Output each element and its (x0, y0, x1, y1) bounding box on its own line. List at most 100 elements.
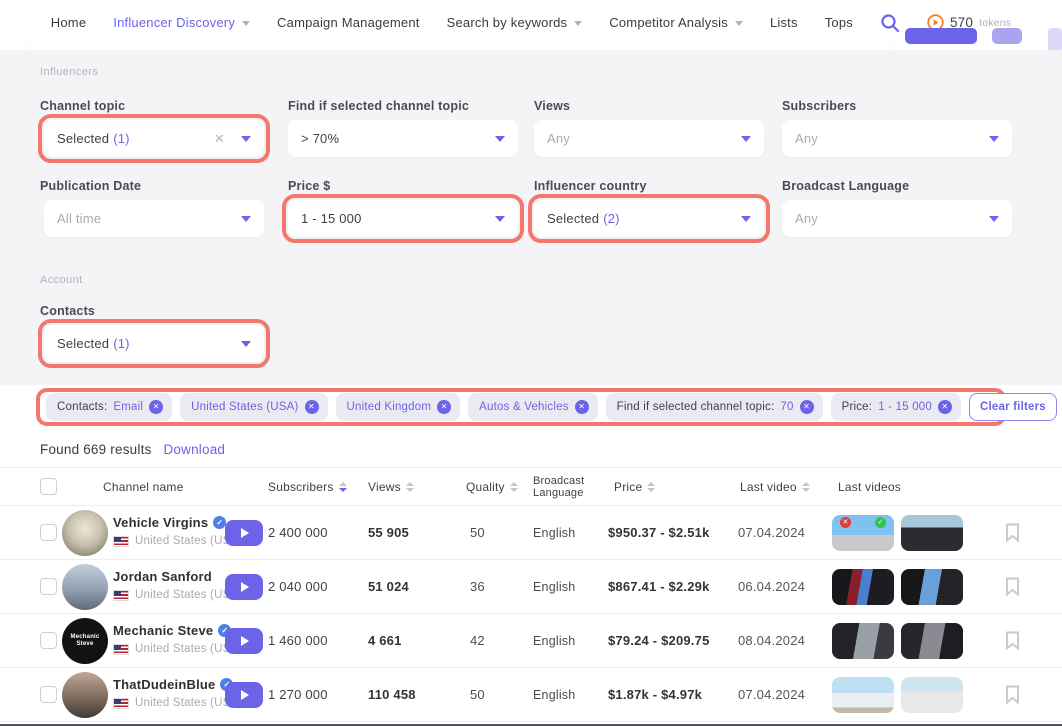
table-row[interactable]: ThatDudeinBlue ✓ United States (USA) 1 2… (0, 668, 1062, 722)
youtube-play-button[interactable] (225, 628, 263, 654)
usa-flag-icon (113, 590, 129, 601)
subscribers-value: 1 270 000 (268, 668, 328, 722)
views-value: 55 905 (368, 506, 409, 560)
publication-date-label: Publication Date (40, 179, 141, 193)
nav-competitor-analysis[interactable]: Competitor Analysis (609, 15, 743, 30)
price-dropdown[interactable]: 1 - 15 000 (288, 200, 518, 237)
search-button-remnant[interactable] (905, 28, 977, 44)
chevron-down-icon (989, 216, 999, 222)
results-count: Found 669 results (40, 442, 151, 457)
channel-topic-dropdown[interactable]: Selected (1) ✕ (44, 120, 264, 157)
sort-icon (802, 482, 810, 492)
youtube-play-button[interactable] (225, 574, 263, 600)
publication-date-dropdown[interactable]: All time (44, 200, 264, 237)
bookmark-icon[interactable] (1005, 685, 1020, 709)
chevron-down-icon (241, 341, 251, 347)
nav-tops[interactable]: Tops (825, 15, 853, 30)
chevron-down-icon (574, 21, 582, 26)
video-thumbnail[interactable] (832, 677, 894, 713)
col-last-video[interactable]: Last video (740, 468, 810, 506)
views-dropdown[interactable]: Any (534, 120, 764, 157)
channel-country: United States (USA) (113, 697, 242, 709)
download-link[interactable]: Download (163, 442, 225, 457)
nav-lists[interactable]: Lists (770, 15, 798, 30)
nav-home[interactable]: Home (51, 15, 86, 30)
views-value: 110 458 (368, 668, 416, 722)
clear-filters-button[interactable]: Clear filters (969, 393, 1057, 421)
sort-icon (510, 482, 518, 492)
youtube-play-button[interactable] (225, 682, 263, 708)
col-subscribers[interactable]: Subscribers (268, 468, 347, 506)
row-checkbox[interactable] (40, 632, 57, 649)
section-account: Account (40, 274, 83, 286)
channel-avatar[interactable] (62, 510, 108, 556)
chevron-down-icon (735, 21, 743, 26)
clear-selection-icon[interactable]: ✕ (214, 131, 225, 147)
filters-panel: Influencers Channel topic Find if select… (0, 50, 1062, 385)
remove-chip-icon[interactable]: ✕ (575, 400, 589, 414)
remove-chip-icon[interactable]: ✕ (149, 400, 163, 414)
bookmark-icon[interactable] (1005, 523, 1020, 547)
scrollbar-remnant[interactable] (1048, 28, 1062, 52)
video-thumbnail[interactable] (832, 569, 894, 605)
toolbar-button-remnant[interactable] (992, 28, 1022, 44)
remove-chip-icon[interactable]: ✕ (938, 400, 952, 414)
nav-campaign-management[interactable]: Campaign Management (277, 15, 420, 30)
nav-search-by-keywords[interactable]: Search by keywords (447, 15, 583, 30)
find-topic-dropdown[interactable]: > 70% (288, 120, 518, 157)
col-views[interactable]: Views (368, 468, 414, 506)
usa-flag-icon (113, 644, 129, 655)
sort-icon (406, 482, 414, 492)
video-thumbnail[interactable] (901, 677, 963, 713)
subscribers-dropdown[interactable]: Any (782, 120, 1012, 157)
table-row[interactable]: Mechanic Steve Mechanic Steve ✓ United S… (0, 614, 1062, 668)
remove-chip-icon[interactable]: ✕ (437, 400, 451, 414)
remove-chip-icon[interactable]: ✕ (305, 400, 319, 414)
channel-avatar[interactable] (62, 672, 108, 718)
chip-united-kingdom: United Kingdom ✕ (336, 393, 461, 421)
bookmark-icon[interactable] (1005, 577, 1020, 601)
channel-avatar[interactable]: Mechanic Steve (62, 618, 108, 664)
active-filters-bar: Contacts: Email ✕ United States (USA) ✕ … (0, 385, 1062, 432)
col-price[interactable]: Price (614, 468, 655, 506)
contacts-label: Contacts (40, 304, 95, 318)
nav-influencer-discovery[interactable]: Influencer Discovery (113, 15, 250, 30)
select-all-checkbox[interactable] (40, 478, 57, 495)
video-thumbnail[interactable] (901, 569, 963, 605)
chevron-down-icon (241, 136, 251, 142)
channel-name[interactable]: Jordan Sanford (113, 569, 242, 584)
video-thumbnail[interactable] (901, 623, 963, 659)
chevron-down-icon (495, 136, 505, 142)
channel-name[interactable]: Mechanic Steve ✓ (113, 623, 242, 638)
subscribers-value: 1 460 000 (268, 614, 328, 668)
language-value: English (533, 506, 575, 560)
channel-name[interactable]: Vehicle Virgins ✓ (113, 515, 242, 530)
contacts-dropdown[interactable]: Selected (1) (44, 325, 264, 362)
col-last-videos: Last videos (838, 468, 901, 506)
results-line: Found 669 results Download (0, 432, 1062, 468)
table-row[interactable]: Vehicle Virgins ✓ United States (USA) 2 … (0, 506, 1062, 560)
channel-name[interactable]: ThatDudeinBlue ✓ (113, 677, 242, 692)
video-thumbnail[interactable] (832, 623, 894, 659)
row-checkbox[interactable] (40, 524, 57, 541)
col-quality[interactable]: Quality (466, 468, 518, 506)
youtube-play-button[interactable] (225, 520, 263, 546)
remove-chip-icon[interactable]: ✕ (800, 400, 814, 414)
table-row[interactable]: Jordan Sanford United States (USA) 2 040… (0, 560, 1062, 614)
broadcast-language-dropdown[interactable]: Any (782, 200, 1012, 237)
bookmark-icon[interactable] (1005, 631, 1020, 655)
channel-country: United States (USA) (113, 589, 242, 601)
video-thumbnail[interactable]: ✕ ✓ (832, 515, 894, 551)
search-icon[interactable] (880, 13, 900, 33)
chevron-down-icon (242, 21, 250, 26)
chip-price: Price: 1 - 15 000 ✕ (831, 393, 961, 421)
tokens-unit: tokens (979, 17, 1011, 29)
channel-avatar[interactable] (62, 564, 108, 610)
quality-value: 36 (470, 560, 485, 614)
influencer-country-dropdown[interactable]: Selected (2) (534, 200, 764, 237)
subscribers-label: Subscribers (782, 99, 856, 113)
sort-icon (339, 482, 347, 492)
row-checkbox[interactable] (40, 686, 57, 703)
video-thumbnail[interactable] (901, 515, 963, 551)
row-checkbox[interactable] (40, 578, 57, 595)
